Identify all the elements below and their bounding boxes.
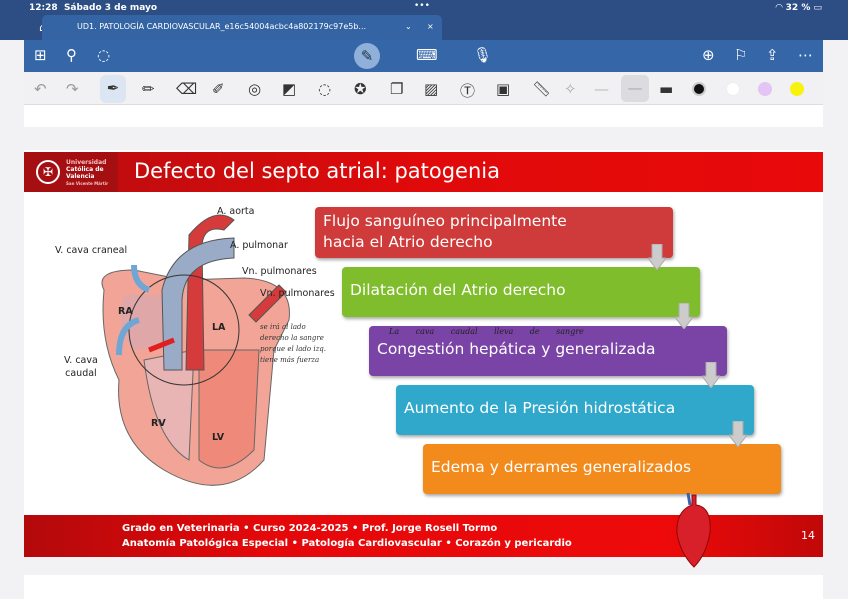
grid-icon[interactable]: ⊞ <box>34 47 47 63</box>
arrow-down-icon <box>729 421 747 447</box>
stroke-medium[interactable]: — <box>621 75 649 102</box>
image-icon[interactable]: ▨ <box>424 80 438 98</box>
undo-icon[interactable]: ↶ <box>34 80 47 98</box>
seal-icon: ✠ <box>36 160 60 184</box>
handwritten-note: se irá al lado derecho la sangre porque … <box>260 323 326 364</box>
lasso-icon[interactable]: ◌ <box>97 47 110 63</box>
color-white[interactable] <box>726 82 740 96</box>
heart-icon <box>676 493 711 568</box>
university-logo: ✠ Universidad Católica de Valencia San Vice… <box>24 152 118 192</box>
lasso-select-icon[interactable]: ◌ <box>318 80 331 98</box>
copy-icon[interactable]: ❐ <box>390 80 403 98</box>
slide-title-bar: ✠ Universidad Católica de Valencia San Vice… <box>24 152 823 192</box>
stroke-thick[interactable]: ▬ <box>659 80 673 98</box>
previous-page <box>24 105 823 127</box>
footer-line-1: Grado en Veterinaria • Curso 2024-2025 •… <box>122 523 498 534</box>
label-la: LA <box>212 322 226 333</box>
next-page <box>24 575 823 599</box>
document-tab[interactable]: UD1. PATOLOGÍA CARDIOVASCULAR_e16c54004a… <box>42 15 442 40</box>
pen-toolbar: ↶ ↷ ✒ ✏ ⌫ ✐ ◎ ◩ ◌ ✪ ❐ ▨ Ⓣ ▣ 📏︎ ✧ — — ▬ <box>24 72 823 105</box>
label-lv: LV <box>212 432 225 443</box>
text-icon[interactable]: Ⓣ <box>460 80 475 101</box>
label-pulmonar: A. pulmonar <box>230 240 288 251</box>
label-vcc: V. cava craneal <box>55 245 128 256</box>
tab-title: UD1. PATOLOGÍA CARDIOVASCULAR_e16c54004a… <box>77 22 367 31</box>
redo-icon[interactable]: ↷ <box>66 80 79 98</box>
page-number: 14 <box>801 529 815 542</box>
more-icon[interactable]: ⋯ <box>798 47 813 63</box>
sticker-icon[interactable]: ✪ <box>354 80 367 98</box>
highlighter-icon[interactable]: ✐ <box>212 80 225 98</box>
main-toolbar: ⊞ ⚲ ◌ ✎ ⌨ 🎙︎ ⊕ ⚐ ⇪ ⋯ <box>24 40 823 72</box>
step-1: Flujo sanguíneo principalmente hacia el A… <box>315 207 673 258</box>
color-black[interactable] <box>692 82 706 96</box>
arrow-down-icon <box>702 362 720 388</box>
label-aorta: A. aorta <box>217 206 255 217</box>
handwritten-purple: La cava caudal lleva de sangre <box>389 327 584 336</box>
eraser-icon[interactable]: ⌫ <box>176 80 197 98</box>
battery-status: ◠ 32 % ▭ <box>775 3 822 13</box>
fountain-pen-icon[interactable]: ✒ <box>100 75 126 103</box>
label-vcaudal: V. cava caudal <box>64 355 98 379</box>
shapes-icon[interactable]: ◩ <box>282 80 296 98</box>
footer-line-2: Anatomía Patológica Especial • Patología… <box>122 538 572 549</box>
pen-mode-icon[interactable]: ✎ <box>354 43 380 69</box>
label-rv: RV <box>151 418 166 429</box>
add-page-icon[interactable]: ⊕ <box>702 47 715 63</box>
search-icon[interactable]: ⚲ <box>66 47 77 63</box>
multitask-dots[interactable]: ••• <box>414 1 430 11</box>
camera-icon[interactable]: ▣ <box>496 80 510 98</box>
arrow-down-icon <box>675 303 693 329</box>
step-5: Edema y derrames generalizados <box>423 444 781 494</box>
laser-icon[interactable]: ✧ <box>564 80 577 98</box>
label-vnp2: Vn. pulmonares <box>260 288 335 299</box>
status-bar: 12:28 Sábado 3 de mayo ••• ◠ 32 % ▭ ⌂ UD… <box>0 0 848 40</box>
tab-chevron-icon[interactable]: ⌄ <box>405 22 412 31</box>
slide-title: Defecto del septo atrial: patogenia <box>134 159 500 183</box>
label-vnp1: Vn. pulmonares <box>242 266 317 277</box>
arrow-down-icon <box>648 244 666 270</box>
tab-close-icon[interactable]: × <box>427 22 434 31</box>
color-yellow[interactable] <box>790 82 804 96</box>
shape-icon[interactable]: ◎ <box>248 80 261 98</box>
keyboard-icon[interactable]: ⌨ <box>416 47 438 63</box>
status-time: 12:28 Sábado 3 de mayo <box>29 3 158 13</box>
label-ra: RA <box>118 306 133 317</box>
step-4: Aumento de la Presión hidrostática <box>396 385 754 435</box>
microphone-icon[interactable]: 🎙︎ <box>473 47 492 63</box>
stroke-thin[interactable]: — <box>594 80 609 98</box>
share-icon[interactable]: ⇪ <box>766 47 779 63</box>
color-lavender[interactable] <box>758 82 772 96</box>
ruler-icon[interactable]: 📏︎ <box>532 80 551 98</box>
slide: ✠ Universidad Católica de Valencia San Vice… <box>24 150 823 568</box>
bookmark-icon[interactable]: ⚐ <box>734 47 747 63</box>
step-2: Dilatación del Atrio derecho <box>342 267 700 317</box>
pencil-icon[interactable]: ✏ <box>142 80 155 98</box>
